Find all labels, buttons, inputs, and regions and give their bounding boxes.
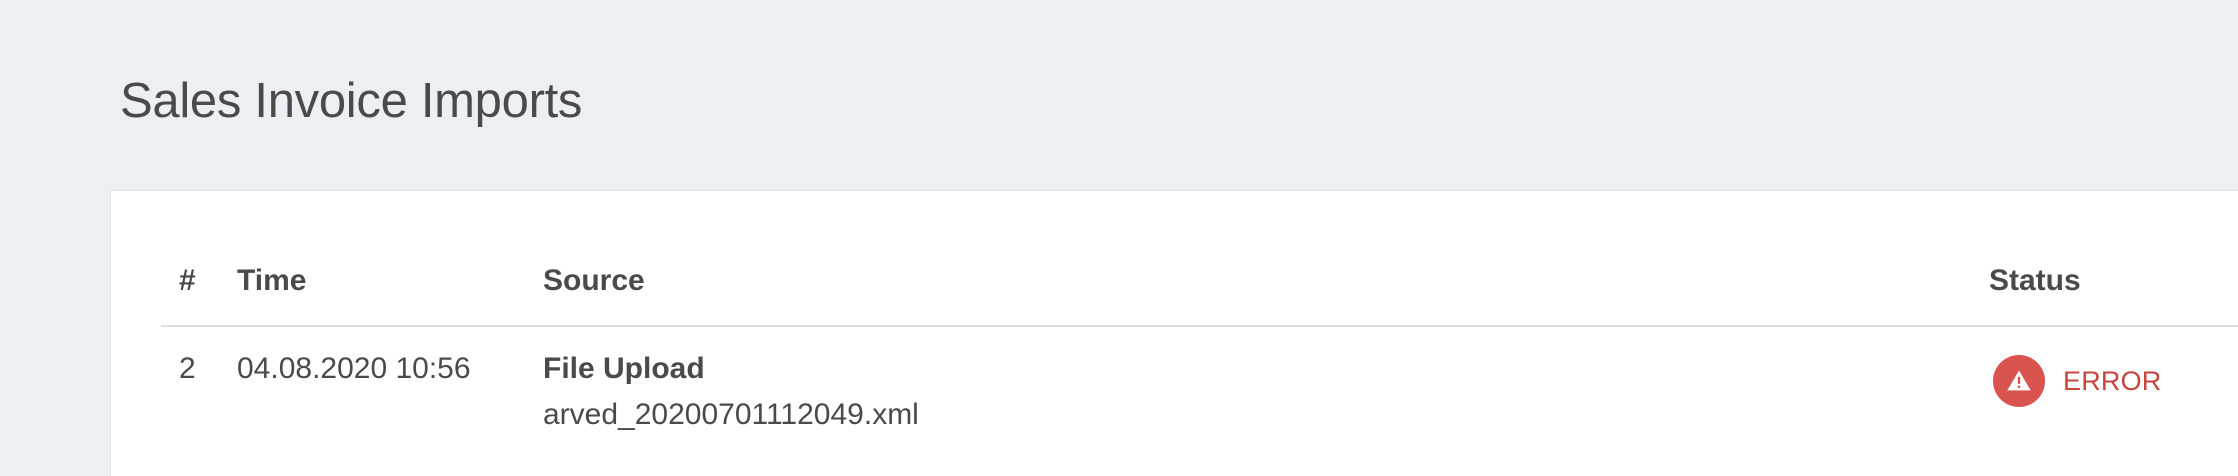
page-title: Sales Invoice Imports <box>120 74 583 128</box>
row-source-type: File Upload <box>543 352 705 385</box>
status-badge: ERROR <box>1993 355 2162 407</box>
column-header-number: # <box>179 264 196 297</box>
warning-icon <box>1993 355 2045 407</box>
column-header-source: Source <box>543 264 645 297</box>
row-source-file[interactable]: arved_20200701112049.xml <box>543 397 919 433</box>
column-header-time: Time <box>237 264 307 297</box>
status-label: ERROR <box>2063 365 2162 396</box>
column-header-status: Status <box>1989 264 2081 297</box>
row-time: 04.08.2020 10:56 <box>237 352 471 385</box>
header-divider <box>161 325 2238 327</box>
imports-table-card: # Time Source Status 2 04.08.2020 10:56 … <box>110 190 2238 476</box>
row-number: 2 <box>179 352 196 385</box>
